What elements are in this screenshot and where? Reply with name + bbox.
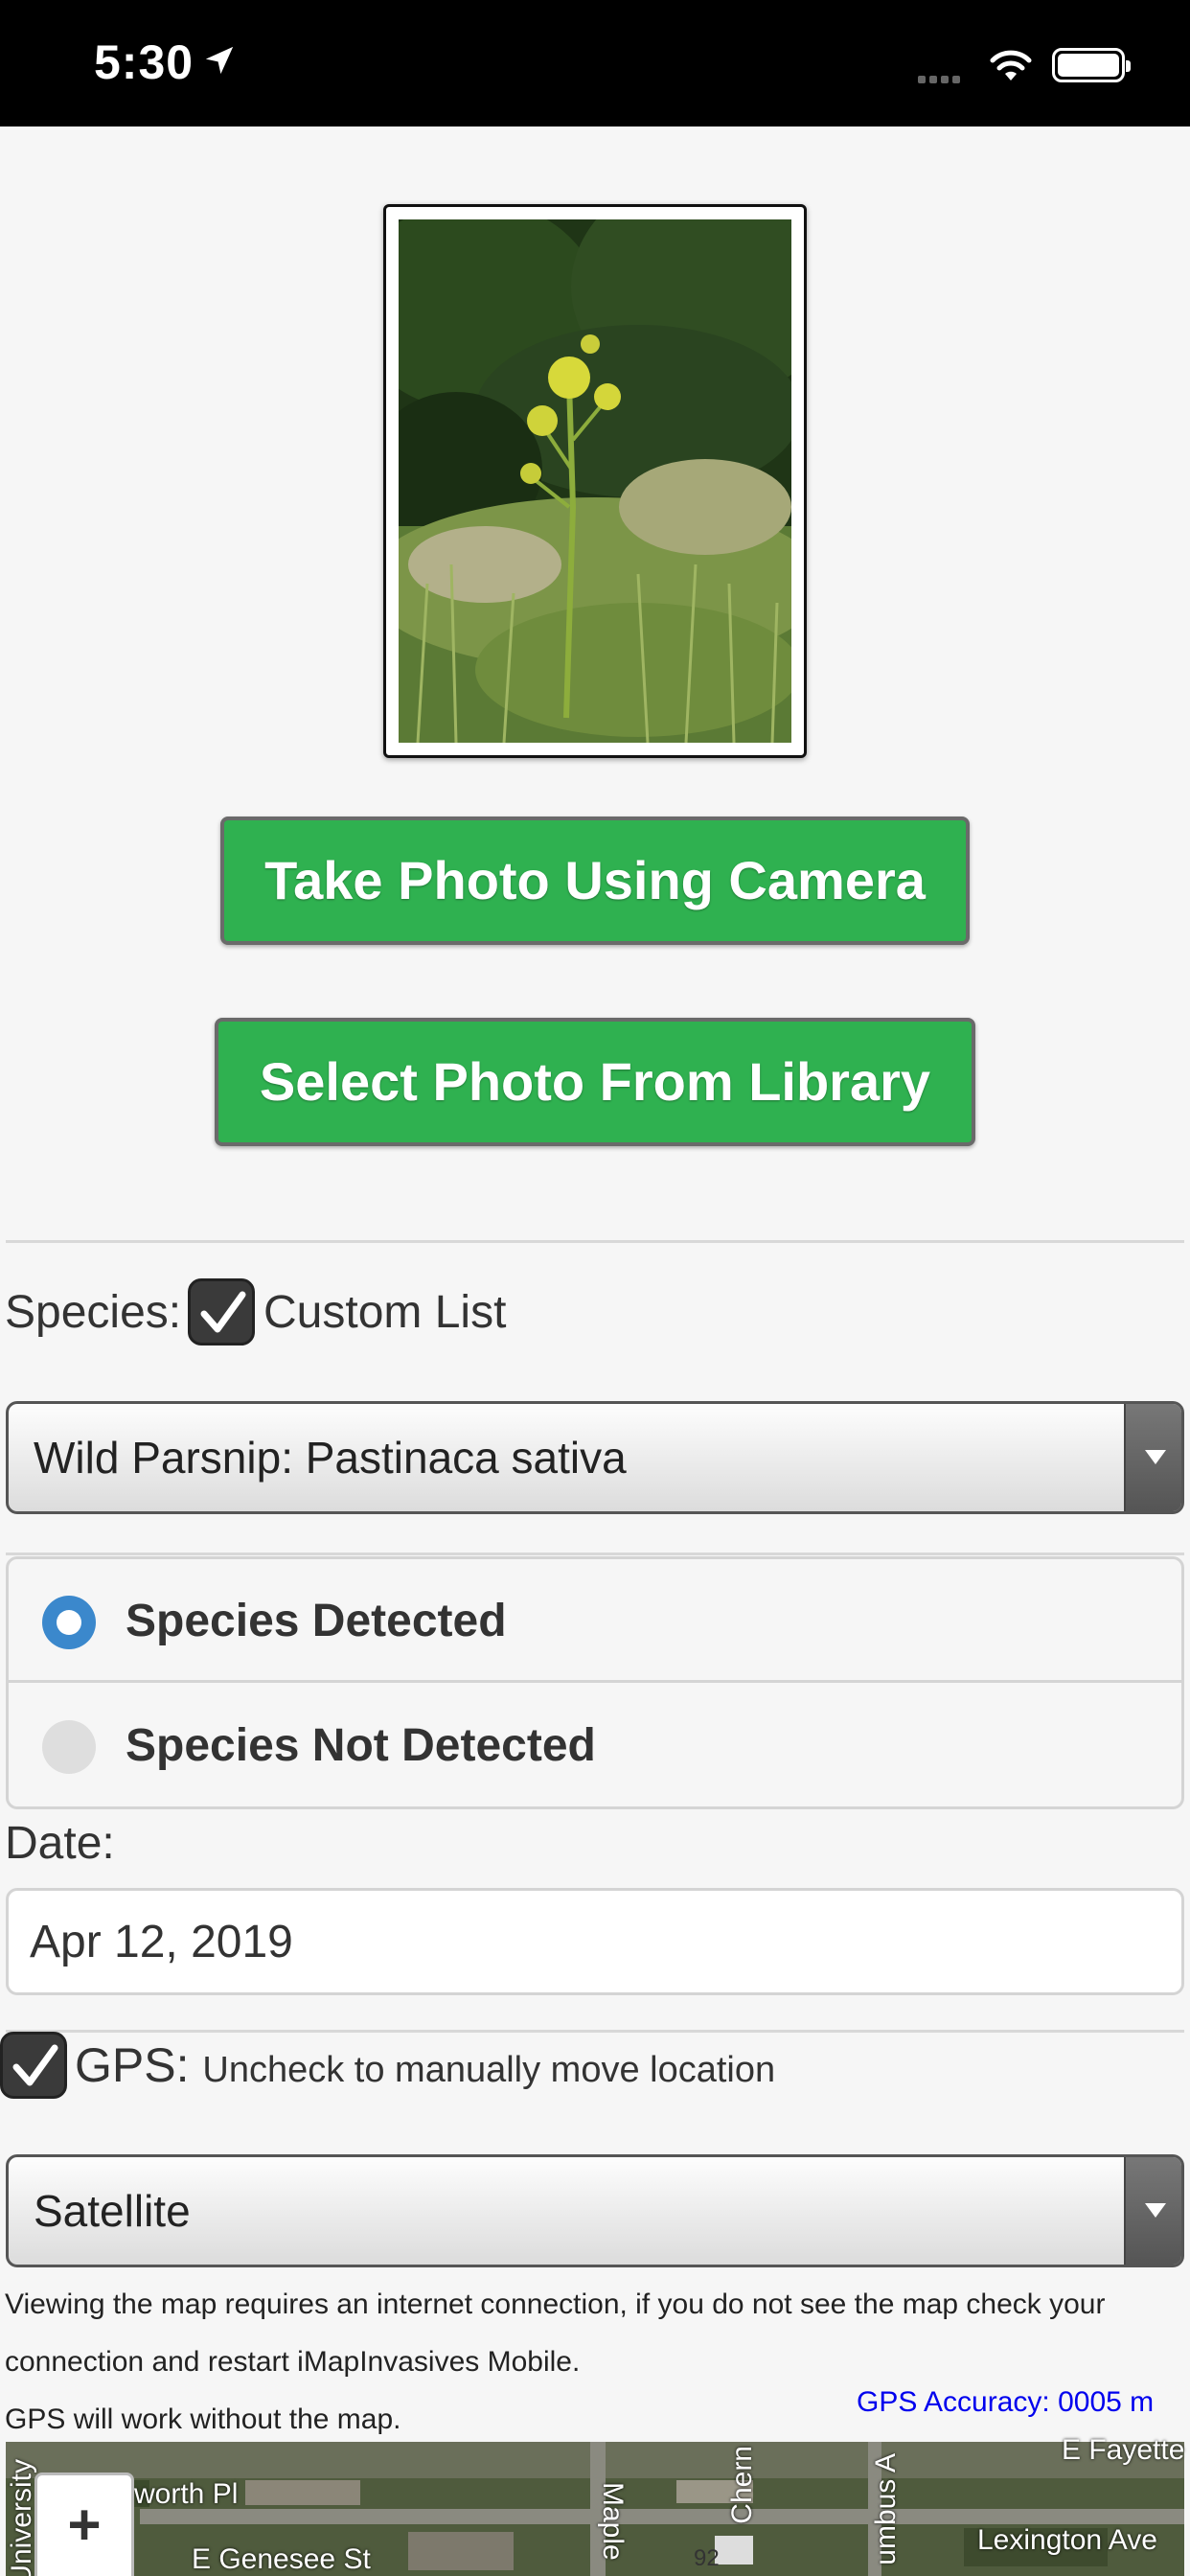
checkmark-icon [200,1291,246,1333]
dropdown-arrow-icon [1124,2157,1181,2265]
battery-icon [1052,48,1131,82]
radio-species-not-detected[interactable]: Species Not Detected [9,1684,1181,1807]
gps-label-row: GPS: Uncheck to manually move location [75,2037,775,2093]
radio-selected-icon [42,1596,96,1649]
species-select-value: Wild Parsnip: Pastinaca sativa [34,1433,627,1483]
map-type-value: Satellite [34,2186,191,2236]
divider [6,1240,1184,1243]
map-label: University [6,2459,37,2576]
radio-species-detected[interactable]: Species Detected [9,1559,1181,1683]
divider [6,2030,1184,2033]
radio-unselected-icon [42,1720,96,1774]
species-photo [399,219,791,743]
detection-radio-group: Species Detected Species Not Detected [6,1556,1184,1809]
wifi-icon [990,50,1032,80]
gps-accuracy: GPS Accuracy: 0005 m [857,2386,1155,2418]
status-bar: 5:30 [0,0,1190,126]
species-select[interactable]: Wild Parsnip: Pastinaca sativa [6,1401,1184,1514]
map-info-line-3: GPS will work without the map. [5,2404,401,2435]
custom-list-checkbox[interactable] [188,1278,255,1346]
map-info-line-2: connection and restart iMapInvasives Mob… [5,2346,581,2378]
gps-label: GPS: [75,2038,190,2092]
photo-preview-frame [383,204,807,758]
date-label: Date: [5,1818,115,1869]
species-label: Species: [5,1287,182,1338]
map-type-select[interactable]: Satellite [6,2154,1184,2267]
zoom-in-button[interactable]: + [34,2472,134,2576]
route-shield: 92 [694,2545,720,2571]
dropdown-arrow-icon [1124,1404,1181,1511]
cellular-signal-icon [918,71,964,88]
checkmark-icon [12,2044,58,2086]
gps-hint: Uncheck to manually move location [202,2050,776,2090]
map-label: Maple [597,2482,629,2561]
radio-label: Species Not Detected [126,1720,596,1771]
map-label: E Genesee St [192,2543,371,2575]
divider [6,1552,1184,1555]
date-input[interactable] [6,1888,1184,1995]
custom-list-label: Custom List [263,1287,507,1338]
take-photo-button[interactable]: Take Photo Using Camera [220,816,970,945]
gps-checkbox[interactable] [0,2032,67,2099]
select-photo-button[interactable]: Select Photo From Library [215,1018,975,1146]
map-info-line-1: Viewing the map requires an internet con… [5,2288,1106,2320]
map-label: worth Pl [134,2478,239,2510]
map-label: umbus A [870,2453,902,2565]
radio-label: Species Detected [126,1596,507,1646]
map-label: Chern [726,2446,758,2524]
status-time: 5:30 [94,35,195,89]
map-label: Lexington Ave [977,2524,1157,2556]
map-label: E Fayette [1062,2434,1185,2466]
location-arrow-icon [205,46,234,75]
